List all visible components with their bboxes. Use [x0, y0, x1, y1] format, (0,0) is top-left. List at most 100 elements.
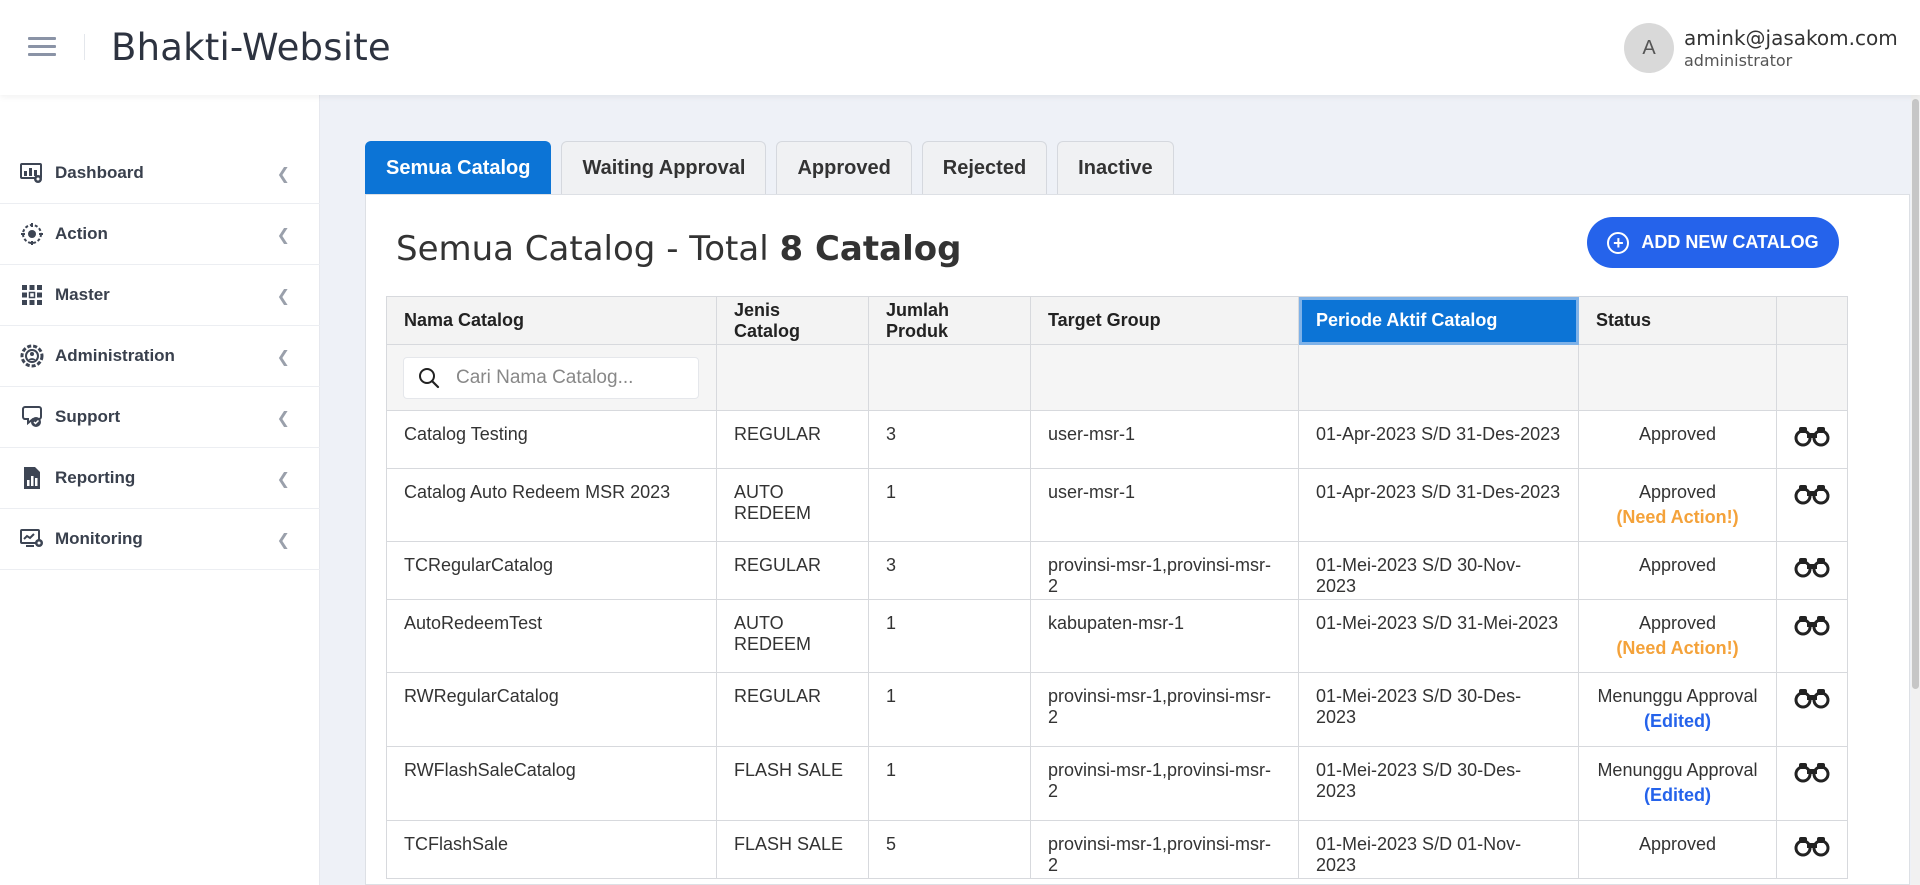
sidebar-item-label: Support	[55, 407, 121, 426]
status-text: Menunggu Approval	[1597, 686, 1758, 706]
add-new-catalog-label: ADD NEW CATALOG	[1641, 232, 1819, 252]
sidebar-item-label: Administration	[55, 346, 175, 365]
binoculars-icon[interactable]	[1794, 614, 1830, 641]
cell-target-group: kabupaten-msr-1	[1030, 599, 1299, 673]
cell-action	[1776, 541, 1848, 600]
sidebar-item-support[interactable]: Support ❮	[0, 387, 320, 448]
app-title: Bhakti-Website	[111, 26, 391, 69]
sidebar-item-dashboard[interactable]: Dashboard ❮	[0, 143, 320, 204]
cell-target-group: provinsi-msr-1,provinsi-msr-2	[1030, 746, 1299, 821]
cell-nama-catalog: RWFlashSaleCatalog	[386, 746, 717, 821]
column-header-jumlah-produk[interactable]: Jumlah Produk	[868, 296, 1031, 345]
search-input[interactable]	[456, 366, 686, 389]
cell-periode-aktif: 01-Mei-2023 S/D 31-Mei-2023	[1298, 599, 1579, 673]
table-row[interactable]: RWRegularCatalog REGULAR 1 provinsi-msr-…	[386, 672, 1848, 747]
column-header-jenis-catalog[interactable]: Jenis Catalog	[716, 296, 869, 345]
table-row[interactable]: TCFlashSale FLASH SALE 5 provinsi-msr-1,…	[386, 820, 1848, 879]
cell-status: Menunggu Approval (Edited)	[1578, 746, 1777, 821]
cell-jenis-catalog: REGULAR	[716, 410, 869, 469]
master-icon	[20, 283, 44, 307]
table-filter-row	[386, 344, 1848, 411]
edited-note: (Edited)	[1644, 711, 1711, 731]
user-email[interactable]: amink@jasakom.com	[1684, 26, 1898, 50]
cell-jenis-catalog: AUTO REDEEM	[716, 468, 869, 542]
cell-jenis-catalog: FLASH SALE	[716, 746, 869, 821]
table-row[interactable]: TCRegularCatalog REGULAR 3 provinsi-msr-…	[386, 541, 1848, 600]
dashboard-icon	[20, 161, 44, 185]
sidebar: Dashboard ❮ Action ❮ Master ❮ Administra…	[0, 95, 320, 885]
column-header-nama-catalog[interactable]: Nama Catalog	[386, 296, 717, 345]
top-bar: Bhakti-Website A amink@jasakom.com admin…	[0, 0, 1920, 95]
chevron-left-icon: ❮	[276, 349, 290, 366]
status-text: Approved	[1638, 834, 1717, 854]
edited-note: (Edited)	[1644, 785, 1711, 805]
header-divider	[84, 34, 85, 60]
column-header-status[interactable]: Status	[1578, 296, 1777, 345]
reporting-icon	[20, 466, 44, 490]
tab-semua-catalog[interactable]: Semua Catalog	[365, 141, 552, 194]
binoculars-icon[interactable]	[1794, 425, 1830, 452]
binoculars-icon[interactable]	[1794, 687, 1830, 714]
status-text: Menunggu Approval	[1597, 760, 1758, 780]
cell-target-group: provinsi-msr-1,provinsi-msr-2	[1030, 672, 1299, 747]
cell-periode-aktif: 01-Mei-2023 S/D 01-Nov-2023	[1298, 820, 1579, 879]
hamburger-menu-icon[interactable]	[28, 37, 56, 57]
page-scrollbar[interactable]	[1911, 95, 1920, 885]
cell-jumlah-produk: 5	[868, 820, 1031, 879]
avatar[interactable]: A	[1624, 23, 1674, 73]
binoculars-icon[interactable]	[1794, 835, 1830, 862]
sidebar-item-action[interactable]: Action ❮	[0, 204, 320, 265]
column-header-actions	[1776, 296, 1848, 345]
chevron-left-icon: ❮	[276, 227, 290, 244]
sidebar-item-administration[interactable]: Administration ❮	[0, 326, 320, 387]
need-action-note: (Need Action!)	[1616, 638, 1739, 658]
cell-target-group: provinsi-msr-1,provinsi-msr-2	[1030, 820, 1299, 879]
chevron-left-icon: ❮	[276, 288, 290, 305]
tab-inactive[interactable]: Inactive	[1057, 141, 1174, 194]
cell-jenis-catalog: REGULAR	[716, 672, 869, 747]
cell-periode-aktif: 01-Mei-2023 S/D 30-Des-2023	[1298, 672, 1579, 747]
cell-action	[1776, 599, 1848, 673]
chevron-left-icon: ❮	[276, 410, 290, 427]
sidebar-item-monitoring[interactable]: Monitoring ❮	[0, 509, 320, 570]
cell-action	[1776, 672, 1848, 747]
binoculars-icon[interactable]	[1794, 483, 1830, 510]
catalog-card: Semua Catalog - Total 8 Catalog + ADD NE…	[365, 194, 1910, 885]
column-header-target-group[interactable]: Target Group	[1030, 296, 1299, 345]
table-row[interactable]: Catalog Testing REGULAR 3 user-msr-1 01-…	[386, 410, 1848, 469]
filter-cell	[868, 344, 1031, 411]
cell-periode-aktif: 01-Apr-2023 S/D 31-Des-2023	[1298, 468, 1579, 542]
sidebar-item-reporting[interactable]: Reporting ❮	[0, 448, 320, 509]
user-role: administrator	[1684, 51, 1793, 70]
need-action-note: (Need Action!)	[1616, 507, 1739, 527]
cell-jumlah-produk: 1	[868, 599, 1031, 673]
catalog-tabs: Semua Catalog Waiting Approval Approved …	[365, 141, 1184, 194]
cell-periode-aktif: 01-Mei-2023 S/D 30-Des-2023	[1298, 746, 1579, 821]
sidebar-nav: Dashboard ❮ Action ❮ Master ❮ Administra…	[0, 143, 320, 570]
cell-status: Menunggu Approval (Edited)	[1578, 672, 1777, 747]
tab-approved[interactable]: Approved	[776, 141, 912, 194]
monitoring-icon	[20, 527, 44, 551]
add-new-catalog-button[interactable]: + ADD NEW CATALOG	[1587, 217, 1839, 268]
filter-cell	[1776, 344, 1848, 411]
chevron-left-icon: ❮	[276, 471, 290, 488]
filter-cell	[386, 344, 717, 411]
sidebar-item-master[interactable]: Master ❮	[0, 265, 320, 326]
tab-waiting-approval[interactable]: Waiting Approval	[561, 141, 767, 194]
binoculars-icon[interactable]	[1794, 761, 1830, 788]
scrollbar-thumb[interactable]	[1912, 99, 1919, 689]
cell-status: Approved	[1578, 410, 1777, 469]
binoculars-icon[interactable]	[1794, 556, 1830, 583]
cell-target-group: user-msr-1	[1030, 468, 1299, 542]
table-row[interactable]: AutoRedeemTest AUTO REDEEM 1 kabupaten-m…	[386, 599, 1848, 673]
sidebar-item-label: Master	[55, 285, 110, 304]
filter-cell	[716, 344, 869, 411]
cell-nama-catalog: Catalog Testing	[386, 410, 717, 469]
tab-rejected[interactable]: Rejected	[921, 141, 1048, 194]
table-row[interactable]: Catalog Auto Redeem MSR 2023 AUTO REDEEM…	[386, 468, 1848, 542]
column-header-periode-aktif[interactable]: Periode Aktif Catalog	[1298, 296, 1579, 345]
search-box[interactable]	[403, 356, 699, 399]
status-text: Approved	[1638, 424, 1717, 444]
table-row[interactable]: RWFlashSaleCatalog FLASH SALE 1 provinsi…	[386, 746, 1848, 821]
cell-nama-catalog: Catalog Auto Redeem MSR 2023	[386, 468, 717, 542]
